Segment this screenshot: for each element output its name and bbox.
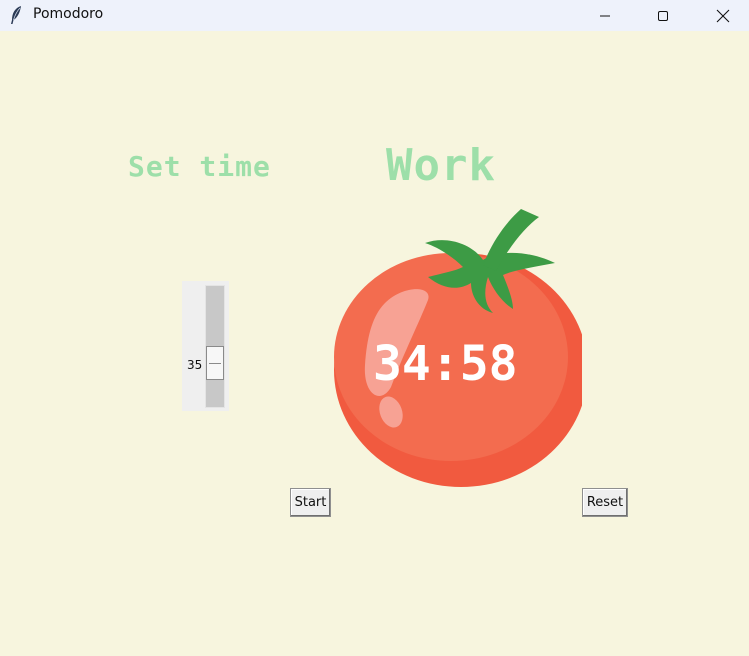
- close-icon: [716, 9, 730, 22]
- close-button[interactable]: [700, 0, 746, 31]
- pomodoro-window: Pomodoro Set time Work 35 34:58 Start Re…: [0, 0, 749, 656]
- scale-value: 35: [187, 358, 203, 372]
- timer-display: 34:58: [373, 336, 518, 392]
- window-title: Pomodoro: [33, 6, 104, 22]
- title-bar[interactable]: Pomodoro: [0, 0, 749, 31]
- feather-icon: [11, 6, 21, 24]
- minimize-icon: [600, 15, 610, 16]
- maximize-icon: [658, 10, 668, 21]
- maximize-button[interactable]: [640, 0, 686, 31]
- mode-label: Work: [386, 140, 496, 191]
- reset-button[interactable]: Reset: [582, 488, 628, 517]
- minimize-button[interactable]: [582, 0, 628, 31]
- set-time-label: Set time: [128, 150, 271, 183]
- time-scale-slider[interactable]: 35: [182, 281, 229, 411]
- start-button[interactable]: Start: [290, 488, 331, 517]
- scale-handle[interactable]: [206, 346, 224, 380]
